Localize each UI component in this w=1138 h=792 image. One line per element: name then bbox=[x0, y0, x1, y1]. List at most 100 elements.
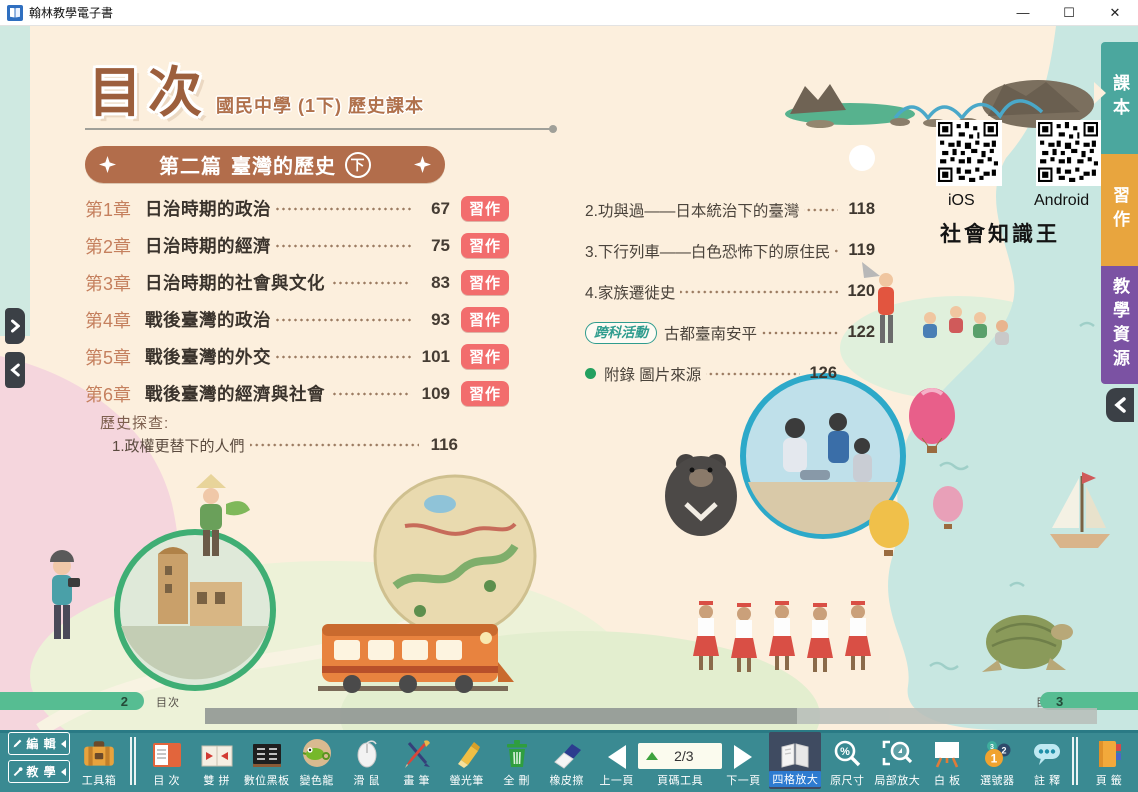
page-number-tool[interactable]: 2/3 頁碼工具 bbox=[643, 735, 718, 789]
previous-page-button[interactable]: 上一頁 bbox=[593, 735, 641, 789]
page-nav-left-button[interactable] bbox=[5, 352, 25, 388]
toc-button[interactable]: 目 次 bbox=[143, 735, 191, 789]
toolbox-button[interactable]: 工具箱 bbox=[75, 735, 123, 789]
chapter-number: 第5章 bbox=[85, 344, 145, 370]
digital-blackboard-button[interactable]: 數位黑板 bbox=[243, 735, 291, 789]
pen-tool-button[interactable]: 畫 筆 bbox=[393, 735, 441, 789]
workbook-badge[interactable]: 習作 bbox=[461, 233, 509, 258]
active-tab-notch bbox=[1094, 82, 1106, 104]
table-row[interactable]: 第5章 戰後臺灣的外交 101 習作 bbox=[85, 342, 509, 371]
scrollbar-thumb[interactable] bbox=[205, 708, 797, 724]
whiteboard-icon bbox=[931, 736, 963, 769]
left-page-number-pill: 2 bbox=[0, 692, 144, 710]
workbook-badge[interactable]: 習作 bbox=[461, 196, 509, 221]
explore-page-number: 116 bbox=[424, 435, 458, 455]
chapter-page-number: 93 bbox=[416, 310, 450, 330]
dotted-leader bbox=[276, 206, 411, 212]
item-page-number: 120 bbox=[843, 282, 875, 301]
android-label: Android bbox=[1034, 192, 1089, 210]
table-row[interactable]: 第3章 日治時期的社會與文化 83 習作 bbox=[85, 268, 509, 297]
item-page-number: 119 bbox=[843, 241, 875, 260]
tab-textbook[interactable]: 課本 bbox=[1101, 42, 1138, 154]
dual-page-icon bbox=[201, 736, 233, 769]
chapter-page-number: 101 bbox=[416, 347, 450, 367]
chapter-title[interactable]: 戰後臺灣的外交 bbox=[145, 344, 271, 369]
page-indicator-value: 2/3 bbox=[674, 748, 693, 764]
table-row[interactable]: 第4章 戰後臺灣的政治 93 習作 bbox=[85, 305, 509, 334]
dotted-leader bbox=[706, 371, 800, 377]
explore-heading: 歷史探查: bbox=[100, 412, 169, 433]
page-nav-right-button[interactable] bbox=[5, 308, 25, 344]
maximize-button[interactable]: ☐ bbox=[1046, 0, 1092, 26]
app-window: 翰林教學電子書 — ☐ ✕ bbox=[0, 0, 1138, 792]
chapter-title[interactable]: 戰後臺灣的經濟與社會 bbox=[145, 381, 325, 406]
original-size-button[interactable]: % 原尺寸 bbox=[823, 735, 871, 789]
eraser-icon bbox=[551, 736, 583, 769]
volume-circle-badge: 下 bbox=[345, 152, 371, 178]
toolbox-icon bbox=[81, 736, 117, 769]
chapter-title[interactable]: 日治時期的社會與文化 bbox=[145, 270, 325, 295]
table-row[interactable]: 第6章 戰後臺灣的經濟與社會 109 習作 bbox=[85, 379, 509, 408]
close-button[interactable]: ✕ bbox=[1092, 0, 1138, 26]
partial-zoom-button[interactable]: 局部放大 bbox=[873, 735, 921, 789]
explore-item-title[interactable]: 1.政權更替下的人們 bbox=[112, 435, 245, 456]
previous-page-icon bbox=[608, 745, 626, 769]
annotation-button[interactable]: 註 釋 bbox=[1023, 735, 1071, 789]
table-row[interactable]: 跨科活動 古都臺南安平 122 bbox=[585, 319, 875, 346]
table-row[interactable]: 1.政權更替下的人們 116 bbox=[112, 433, 458, 457]
minimize-button[interactable]: — bbox=[1000, 0, 1046, 26]
appendix-title[interactable]: 附錄 圖片來源 bbox=[604, 363, 701, 385]
page-indicator-box[interactable]: 2/3 bbox=[638, 743, 722, 769]
bookmark-tabs-button[interactable]: 頁 籤 bbox=[1085, 735, 1133, 789]
zoom-percent-icon: % bbox=[832, 736, 862, 769]
quad-zoom-button[interactable]: 四格放大 bbox=[769, 732, 821, 789]
item-title[interactable]: 2.功與過——日本統治下的臺灣 bbox=[585, 199, 799, 221]
dotted-leader bbox=[804, 207, 838, 213]
table-row[interactable]: 第1章 日治時期的政治 67 習作 bbox=[85, 194, 509, 223]
highlighter-button[interactable]: 螢光筆 bbox=[443, 735, 491, 789]
table-row[interactable]: 4.家族遷徙史 120 bbox=[585, 278, 875, 305]
teach-mode-button[interactable]: 教 學 bbox=[8, 760, 70, 783]
dotted-leader bbox=[330, 280, 411, 286]
dual-page-button[interactable]: 雙 拼 bbox=[193, 735, 241, 789]
title-underline bbox=[85, 128, 553, 130]
edit-mode-button[interactable]: 編 輯 bbox=[8, 732, 70, 755]
chameleon-button[interactable]: 變色龍 bbox=[293, 735, 341, 789]
workbook-badge[interactable]: 習作 bbox=[461, 381, 509, 406]
delete-all-button[interactable]: 全 刪 bbox=[493, 735, 541, 789]
table-row[interactable]: 2.功與過——日本統治下的臺灣 118 bbox=[585, 196, 875, 223]
horizontal-scrollbar[interactable] bbox=[205, 708, 1097, 724]
chapter-title[interactable]: 戰後臺灣的政治 bbox=[145, 307, 271, 332]
pencil-icon bbox=[12, 738, 23, 749]
table-row[interactable]: 3.下行列車——白色恐怖下的原住民 119 bbox=[585, 237, 875, 264]
chapter-page-number: 83 bbox=[416, 273, 450, 293]
pointer-pen-icon bbox=[12, 766, 23, 777]
number-picker-button[interactable]: 3 2 1 選號器 bbox=[973, 735, 1021, 789]
svg-text:%: % bbox=[840, 746, 850, 758]
cross-subject-activity-tag: 跨科活動 bbox=[585, 322, 657, 344]
item-title[interactable]: 3.下行列車——白色恐怖下的原住民 bbox=[585, 240, 830, 262]
white-dot bbox=[849, 145, 875, 171]
workbook-badge[interactable]: 習作 bbox=[461, 270, 509, 295]
eraser-button[interactable]: 橡皮擦 bbox=[543, 735, 591, 789]
workbook-badge[interactable]: 習作 bbox=[461, 307, 509, 332]
workbook-badge[interactable]: 習作 bbox=[461, 344, 509, 369]
qr-code-ios bbox=[936, 120, 1002, 186]
table-row[interactable]: 附錄 圖片來源 126 bbox=[585, 360, 837, 387]
item-title[interactable]: 4.家族遷徙史 bbox=[585, 281, 675, 303]
dotted-leader bbox=[330, 391, 411, 397]
activity-title[interactable]: 古都臺南安平 bbox=[664, 322, 757, 344]
mouse-mode-button[interactable]: 滑 鼠 bbox=[343, 735, 391, 789]
tab-teaching-resources[interactable]: 教學資源 bbox=[1101, 266, 1138, 384]
toolbar-divider bbox=[130, 737, 136, 785]
chapter-title[interactable]: 日治時期的經濟 bbox=[145, 233, 271, 258]
blackboard-icon bbox=[251, 736, 283, 769]
table-row[interactable]: 第2章 日治時期的經濟 75 習作 bbox=[85, 231, 509, 260]
chapter-title[interactable]: 日治時期的政治 bbox=[145, 196, 271, 221]
item-page-number: 118 bbox=[843, 200, 875, 219]
app-logo-icon bbox=[7, 5, 23, 21]
tab-workbook[interactable]: 習作 bbox=[1101, 154, 1138, 266]
collapse-sidebar-button[interactable] bbox=[1106, 388, 1134, 422]
next-page-button[interactable]: 下一頁 bbox=[719, 735, 767, 789]
whiteboard-button[interactable]: 白 板 bbox=[923, 735, 971, 789]
